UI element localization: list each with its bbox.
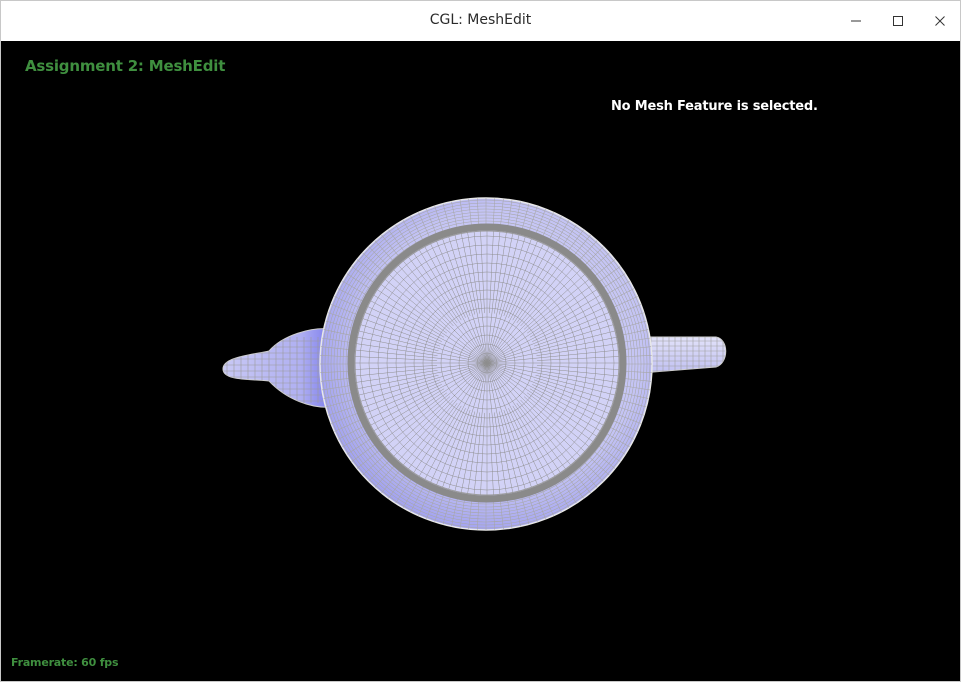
spout (222, 328, 334, 408)
close-icon (934, 15, 946, 27)
handle (640, 336, 727, 374)
minimize-icon (850, 15, 862, 27)
render-viewport[interactable]: Assignment 2: MeshEdit No Mesh Feature i… (1, 41, 960, 681)
app-window: CGL: MeshEdit Assignment 2: MeshEdit No … (0, 0, 961, 682)
close-button[interactable] (918, 1, 961, 41)
title-bar[interactable]: CGL: MeshEdit (1, 1, 960, 41)
minimize-button[interactable] (834, 1, 878, 41)
app-title: Assignment 2: MeshEdit (25, 57, 226, 75)
selection-status: No Mesh Feature is selected. (611, 99, 818, 114)
teapot-mesh[interactable] (1, 41, 960, 681)
maximize-button[interactable] (876, 1, 920, 41)
framerate-label: Framerate: 60 fps (11, 656, 119, 669)
maximize-icon (892, 15, 904, 27)
teapot-body (319, 197, 653, 531)
window-title: CGL: MeshEdit (429, 12, 532, 28)
